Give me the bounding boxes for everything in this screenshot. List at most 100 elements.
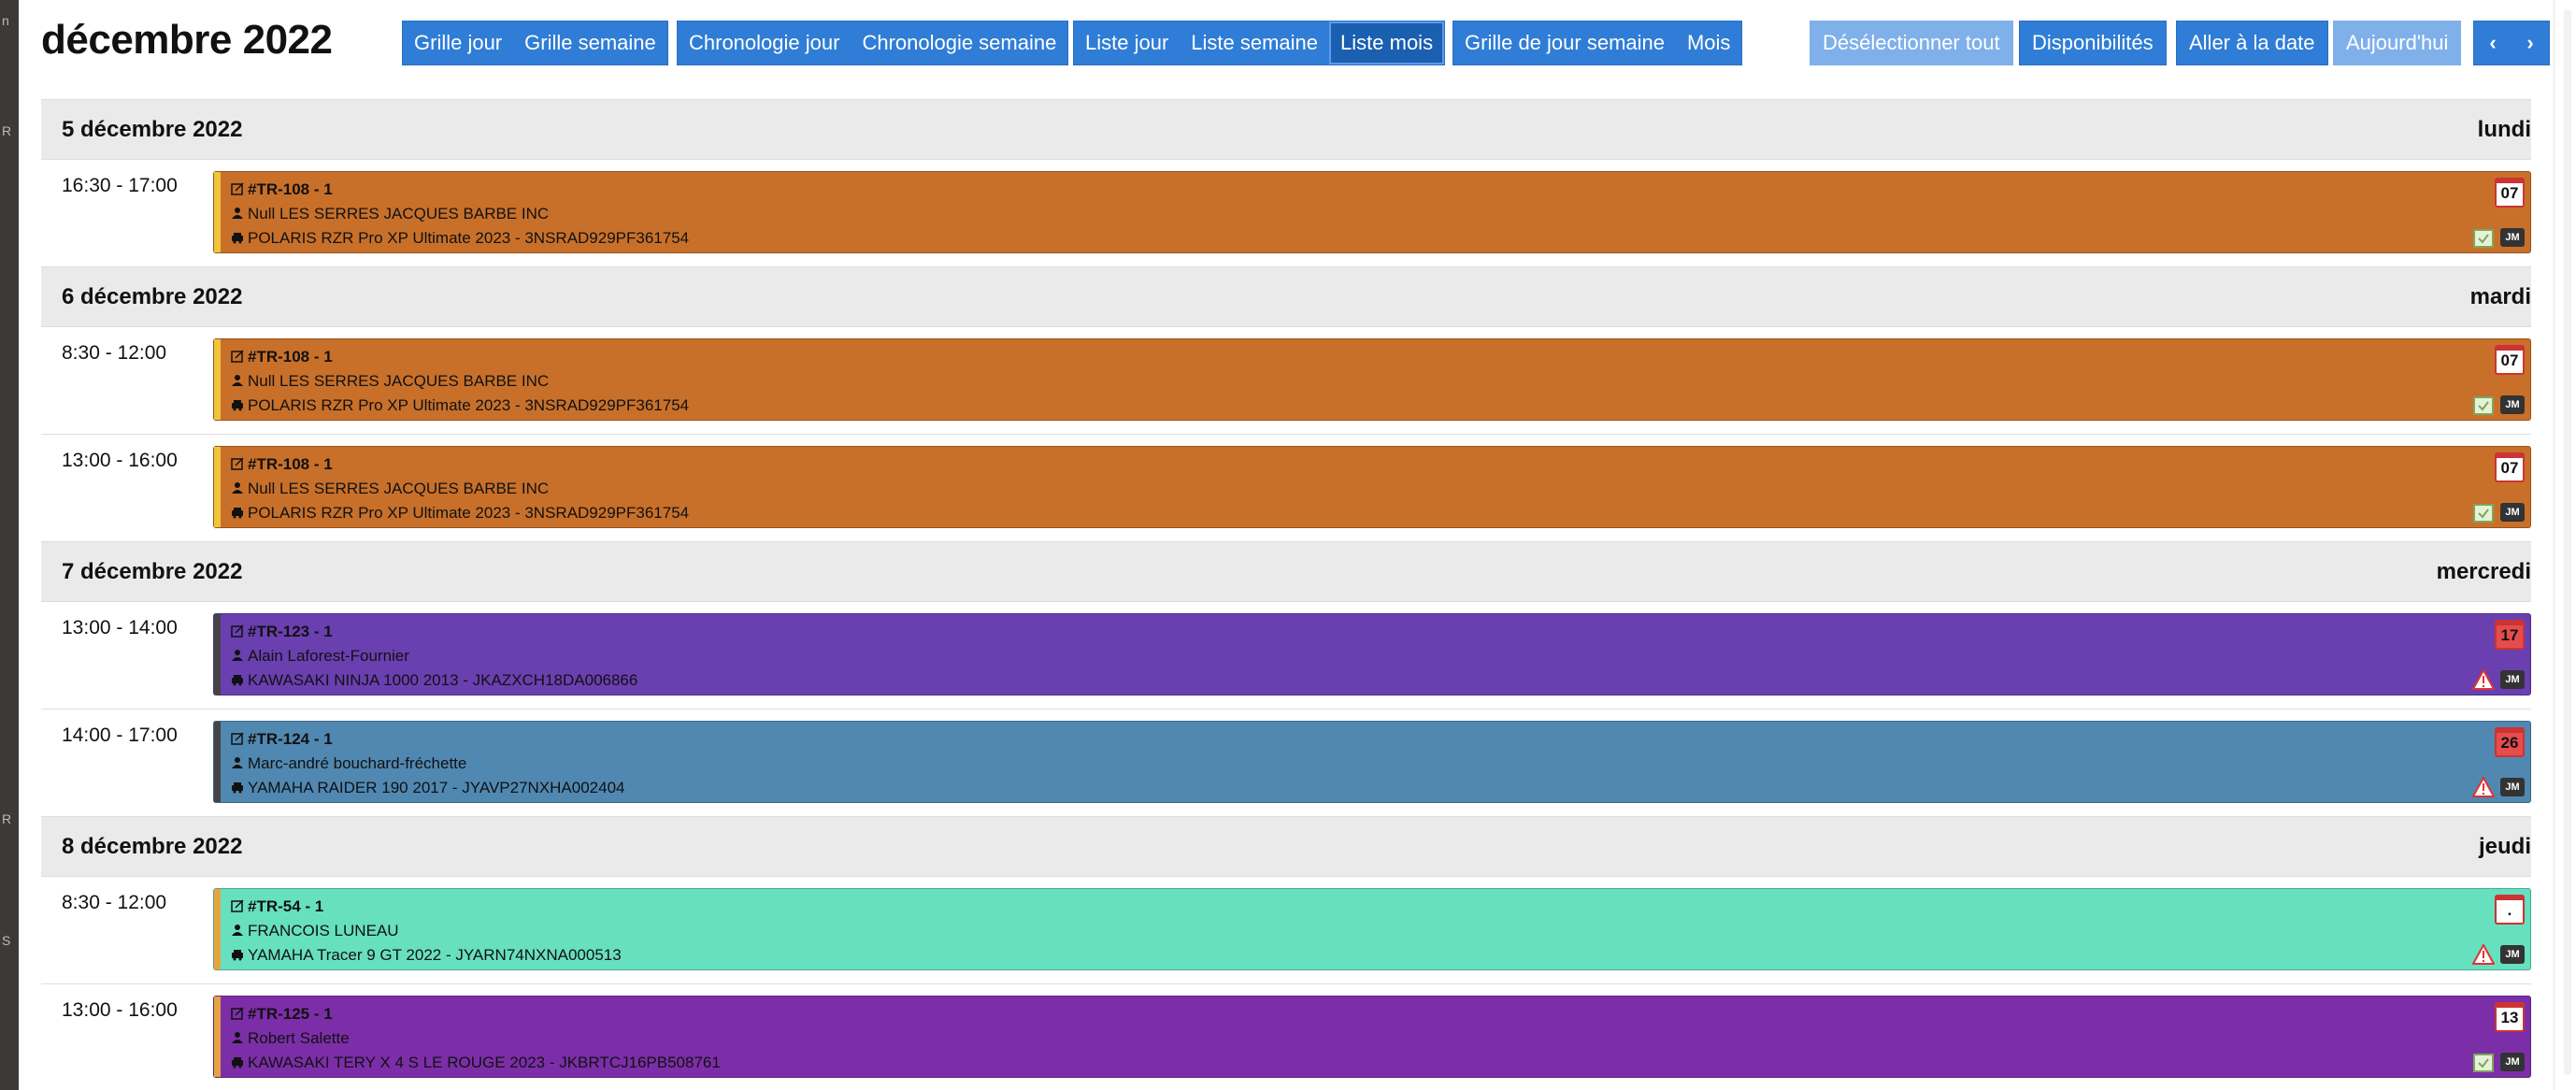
availability-button[interactable]: Disponibilités: [2019, 21, 2167, 65]
event-client: Null LES SERRES JACQUES BARBE INC: [248, 480, 550, 497]
calendar-day-icon: 13: [2495, 1002, 2525, 1032]
event-id: #TR-108 - 1: [248, 348, 333, 366]
event-card[interactable]: #TR-54 - 1 FRANCOIS LUNEAU YAMAHA Tracer 9…: [213, 888, 2531, 970]
calendar-app: n R R S décembre 2022 Grille jour Grille…: [0, 0, 2576, 1090]
user-icon: [232, 650, 243, 661]
event-card[interactable]: #TR-125 - 1 Robert Salette KAWASAKI TERY X…: [213, 996, 2531, 1078]
event-id-line[interactable]: #TR-54 - 1: [231, 897, 323, 916]
assignee-badge: JM: [2500, 395, 2525, 414]
next-arrow-icon[interactable]: ›: [2512, 22, 2549, 65]
event-id: #TR-124 - 1: [248, 730, 333, 748]
event-card[interactable]: #TR-124 - 1 Marc-andré bouchard-fréchette…: [213, 721, 2531, 803]
assignee-badge: JM: [2500, 670, 2525, 689]
scrollbar-track[interactable]: [2564, 9, 2571, 1075]
event-client: FRANCOIS LUNEAU: [248, 922, 399, 939]
car-icon: [232, 233, 243, 244]
edit-icon[interactable]: [231, 732, 244, 745]
event-vehicle: KAWASAKI TERY X 4 S LE ROUGE 2023 - JKBR…: [248, 1054, 721, 1071]
warning-icon: [2471, 942, 2496, 965]
event-client-line: Marc-andré bouchard-fréchette: [231, 754, 466, 773]
event-card[interactable]: #TR-123 - 1 Alain Laforest-Fournier KAWASA…: [213, 613, 2531, 696]
view-group-timeline: Chronologie jour Chronologie semaine: [677, 21, 1069, 65]
event-client: Null LES SERRES JACQUES BARBE INC: [248, 205, 550, 222]
event-card[interactable]: #TR-108 - 1 Null LES SERRES JACQUES BARBE…: [213, 171, 2531, 253]
event-client: Alain Laforest-Fournier: [248, 647, 409, 665]
view-day-timeline-button[interactable]: Chronologie jour: [678, 22, 851, 65]
day-header: 5 décembre 2022 lundi: [41, 100, 2531, 160]
edit-icon[interactable]: [231, 350, 244, 363]
event-row: 13:00 - 16:00 #TR-125 - 1 Robert Salette KA…: [41, 984, 2531, 1090]
calendar-check-icon: [2472, 394, 2495, 415]
prev-arrow-icon[interactable]: ‹: [2474, 22, 2512, 65]
event-vehicle: POLARIS RZR Pro XP Ultimate 2023 - 3NSRA…: [248, 229, 690, 247]
event-vehicle: YAMAHA Tracer 9 GT 2022 - JYARN74NXNA000…: [248, 946, 622, 964]
event-vehicle: POLARIS RZR Pro XP Ultimate 2023 - 3NSRA…: [248, 396, 690, 414]
scrollbar[interactable]: [2554, 0, 2576, 1090]
view-day-list-button[interactable]: Liste jour: [1074, 22, 1180, 65]
event-vehicle-line: YAMAHA Tracer 9 GT 2022 - JYARN74NXNA000…: [231, 946, 622, 965]
event-client-line: FRANCOIS LUNEAU: [231, 922, 399, 940]
edit-icon[interactable]: [231, 899, 244, 912]
day-weekday: mardi: [2469, 284, 2531, 309]
view-group-list: Liste jour Liste semaine Liste mois: [1073, 21, 1446, 65]
event-stripe: [214, 889, 221, 969]
edit-icon[interactable]: [231, 457, 244, 470]
day-header: 8 décembre 2022 jeudi: [41, 817, 2531, 877]
edit-icon[interactable]: [231, 182, 244, 195]
assignee-badge: JM: [2500, 778, 2525, 796]
sidebar-letter: S: [2, 933, 11, 948]
event-id-line[interactable]: #TR-123 - 1: [231, 623, 333, 641]
sidebar-letter: R: [2, 123, 12, 138]
view-month-button[interactable]: Mois: [1676, 22, 1741, 65]
view-day-grid-button[interactable]: Grille jour: [403, 22, 513, 65]
event-time: 13:00 - 16:00: [62, 999, 178, 1021]
event-id-line[interactable]: #TR-108 - 1: [231, 348, 333, 366]
edit-icon[interactable]: [231, 1007, 244, 1020]
day-date: 5 décembre 2022: [62, 117, 243, 142]
event-card[interactable]: #TR-108 - 1 Null LES SERRES JACQUES BARBE…: [213, 446, 2531, 528]
event-id: #TR-108 - 1: [248, 455, 333, 473]
event-client: Robert Salette: [248, 1029, 350, 1047]
car-icon: [232, 508, 243, 519]
view-week-grid-button[interactable]: Grille semaine: [513, 22, 667, 65]
car-icon: [232, 400, 243, 411]
event-client: Marc-andré bouchard-fréchette: [248, 754, 467, 772]
user-icon: [232, 1032, 243, 1043]
event-id-line[interactable]: #TR-108 - 1: [231, 180, 333, 199]
deselect-all-button[interactable]: Désélectionner tout: [1810, 21, 2013, 65]
calendar-check-icon: [2472, 1052, 2495, 1072]
event-row: 13:00 - 14:00 #TR-123 - 1 Alain Laforest-F…: [41, 602, 2531, 710]
event-stripe: [214, 614, 221, 695]
view-day-week-grid-button[interactable]: Grille de jour semaine: [1453, 22, 1676, 65]
view-week-list-button[interactable]: Liste semaine: [1180, 22, 1329, 65]
today-button[interactable]: Aujourd'hui: [2333, 21, 2462, 65]
edit-icon[interactable]: [231, 624, 244, 638]
event-id: #TR-108 - 1: [248, 180, 333, 198]
calendar-day-icon: 07: [2495, 345, 2525, 375]
car-icon: [232, 950, 243, 961]
event-id-line[interactable]: #TR-125 - 1: [231, 1005, 333, 1024]
car-icon: [232, 675, 243, 686]
event-list: 5 décembre 2022 lundi 16:30 - 17:00 #TR-108…: [41, 99, 2531, 1090]
view-week-timeline-button[interactable]: Chronologie semaine: [851, 22, 1067, 65]
event-id: #TR-125 - 1: [248, 1005, 333, 1023]
day-date: 6 décembre 2022: [62, 284, 243, 309]
goto-date-button[interactable]: Aller à la date: [2176, 21, 2328, 65]
event-card[interactable]: #TR-108 - 1 Null LES SERRES JACQUES BARBE…: [213, 338, 2531, 421]
event-client-line: Robert Salette: [231, 1029, 350, 1048]
view-month-list-button[interactable]: Liste mois: [1329, 22, 1445, 65]
event-id-line[interactable]: #TR-108 - 1: [231, 455, 333, 474]
day-weekday: mercredi: [2436, 559, 2531, 584]
event-stripe: [214, 339, 221, 420]
event-time: 13:00 - 14:00: [62, 617, 178, 638]
event-stripe: [214, 722, 221, 802]
event-row: 13:00 - 16:00 #TR-108 - 1 Null LES SERRES …: [41, 435, 2531, 542]
view-group-grid: Grille jour Grille semaine: [402, 21, 668, 65]
event-client-line: Null LES SERRES JACQUES BARBE INC: [231, 372, 549, 391]
calendar-day-icon: 07: [2495, 178, 2525, 208]
event-id-line[interactable]: #TR-124 - 1: [231, 730, 333, 749]
event-vehicle-line: YAMAHA RAIDER 190 2017 - JYAVP27NXHA0024…: [231, 779, 624, 797]
event-vehicle: POLARIS RZR Pro XP Ultimate 2023 - 3NSRA…: [248, 504, 690, 522]
event-time: 16:30 - 17:00: [62, 175, 178, 196]
calendar-day-icon: 07: [2495, 452, 2525, 482]
